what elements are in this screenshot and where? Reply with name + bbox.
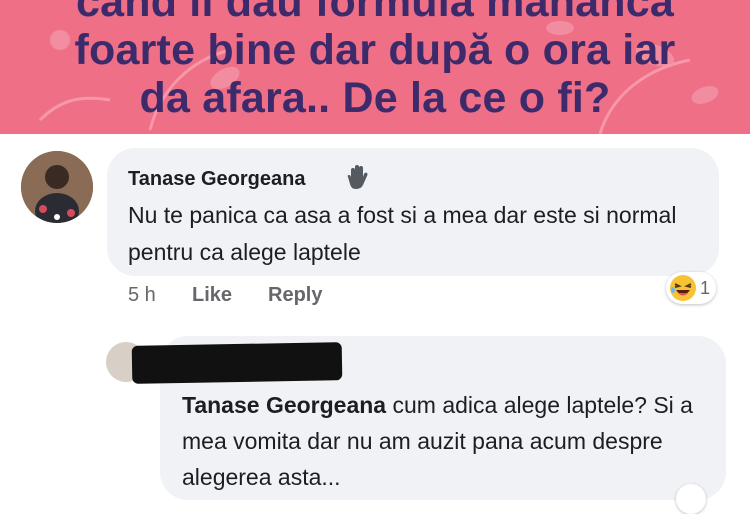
post-header-banner: cand ii dau formula mananca foarte bine … (0, 0, 750, 134)
reply-text: Tanase Georgeana cum adica alege laptele… (182, 387, 702, 495)
reply-reaction-badge[interactable] (676, 484, 706, 514)
reply-button[interactable]: Reply (268, 284, 322, 307)
mention-tag[interactable]: Tanase Georgeana (182, 392, 386, 418)
banner-line-3: da afara.. De la ce o fi? (139, 74, 611, 122)
comment-text: Nu te panica ca asa a fost si a mea dar … (128, 202, 677, 265)
banner-line-1: cand ii dau formula mananca (76, 0, 674, 26)
comment-author[interactable]: Tanase Georgeana (128, 168, 305, 191)
waving-hand-icon (347, 165, 368, 189)
redacted-author-name (131, 342, 343, 384)
reaction-summary[interactable]: 1 (666, 272, 717, 304)
divider (0, 134, 750, 138)
comment-timestamp[interactable]: 5 h (128, 284, 156, 307)
banner-line-2: foarte bine dar după o ora iar (74, 26, 676, 74)
avatar[interactable] (21, 151, 93, 223)
laughing-emoji-icon (670, 275, 696, 301)
reaction-count: 1 (700, 277, 711, 298)
like-button[interactable]: Like (192, 284, 232, 307)
profile-photo-icon (21, 151, 93, 223)
